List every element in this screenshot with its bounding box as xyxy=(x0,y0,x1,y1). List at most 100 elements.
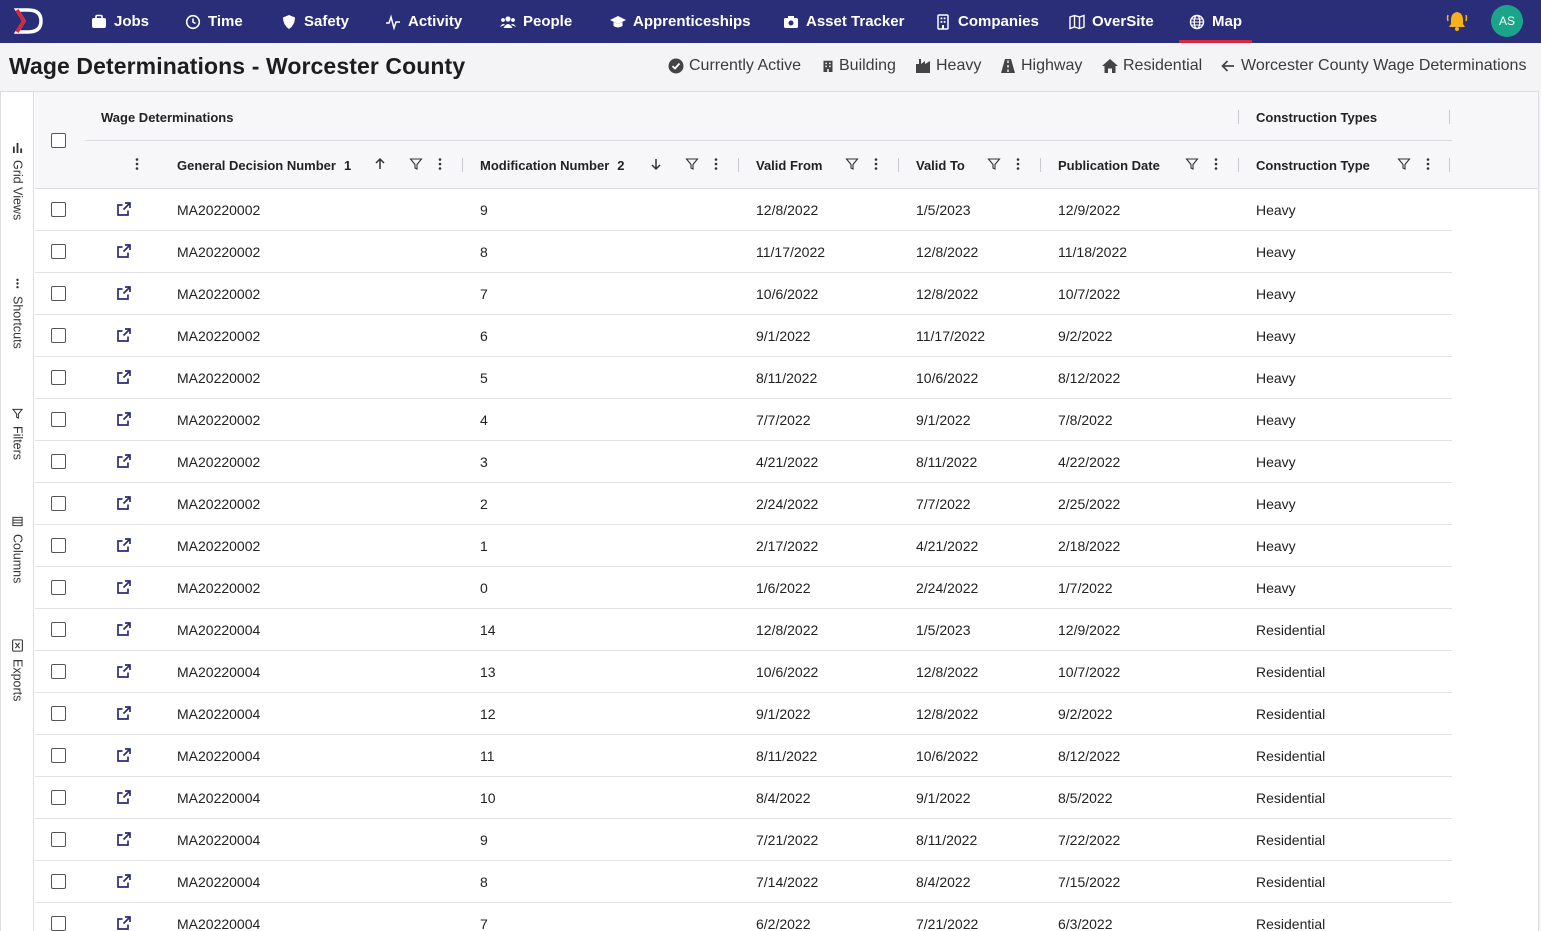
column-menu-icon[interactable] xyxy=(869,157,883,171)
table-row[interactable]: MA20220004 7 6/2/2022 7/21/2022 6/3/2022… xyxy=(35,903,1452,931)
external-link-icon[interactable] xyxy=(116,747,132,763)
row-select-checkbox[interactable] xyxy=(51,790,66,805)
nav-item-activity[interactable]: Activity xyxy=(385,0,462,43)
column-filter-icon[interactable] xyxy=(987,157,1001,171)
row-select-checkbox[interactable] xyxy=(51,454,66,469)
side-tab-shortcuts[interactable]: Shortcuts xyxy=(1,278,34,349)
row-select-checkbox[interactable] xyxy=(51,412,66,427)
notification-bell-icon[interactable] xyxy=(1446,10,1468,32)
filter-currently-active[interactable]: Currently Active xyxy=(668,57,801,75)
row-select-checkbox[interactable] xyxy=(51,580,66,595)
column-header-construction-type[interactable]: Construction Type xyxy=(1256,158,1370,173)
table-row[interactable]: MA20220002 5 8/11/2022 10/6/2022 8/12/20… xyxy=(35,357,1452,399)
table-row[interactable]: MA20220004 11 8/11/2022 10/6/2022 8/12/2… xyxy=(35,735,1452,777)
table-row[interactable]: MA20220002 9 12/8/2022 1/5/2023 12/9/202… xyxy=(35,189,1452,231)
nav-item-oversite[interactable]: OverSite xyxy=(1069,0,1154,43)
nav-item-apprenticeships[interactable]: Apprenticeships xyxy=(610,0,751,43)
select-all-checkbox[interactable] xyxy=(51,133,66,148)
table-row[interactable]: MA20220004 10 8/4/2022 9/1/2022 8/5/2022… xyxy=(35,777,1452,819)
side-tab-columns[interactable]: Columns xyxy=(1,516,34,583)
nav-item-companies[interactable]: Companies xyxy=(935,0,1039,43)
row-select-checkbox[interactable] xyxy=(51,286,66,301)
row-select-checkbox[interactable] xyxy=(51,244,66,259)
table-row[interactable]: MA20220002 6 9/1/2022 11/17/2022 9/2/202… xyxy=(35,315,1452,357)
column-separator[interactable] xyxy=(1040,158,1041,172)
column-filter-icon[interactable] xyxy=(1185,157,1199,171)
table-row[interactable]: MA20220002 7 10/6/2022 12/8/2022 10/7/20… xyxy=(35,273,1452,315)
column-header-valid-to[interactable]: Valid To xyxy=(916,158,965,173)
column-separator[interactable] xyxy=(1449,158,1450,172)
column-header-modification-number[interactable]: Modification Number 2 xyxy=(480,158,625,173)
table-row[interactable]: MA20220002 8 11/17/2022 12/8/2022 11/18/… xyxy=(35,231,1452,273)
external-link-icon[interactable] xyxy=(116,705,132,721)
row-select-checkbox[interactable] xyxy=(51,664,66,679)
column-menu-icon[interactable] xyxy=(709,157,723,171)
nav-item-people[interactable]: People xyxy=(500,0,572,43)
external-link-icon[interactable] xyxy=(116,621,132,637)
row-select-checkbox[interactable] xyxy=(51,874,66,889)
external-link-icon[interactable] xyxy=(116,579,132,595)
column-filter-icon[interactable] xyxy=(685,157,699,171)
column-menu-icon[interactable] xyxy=(1421,157,1435,171)
external-link-icon[interactable] xyxy=(116,537,132,553)
back-to-county-link[interactable]: Worcester County Wage Determinations xyxy=(1220,57,1526,75)
row-select-checkbox[interactable] xyxy=(51,538,66,553)
column-header-decision-number[interactable]: General Decision Number 1 xyxy=(177,158,351,173)
external-link-icon[interactable] xyxy=(116,663,132,679)
external-link-icon[interactable] xyxy=(116,915,132,931)
row-select-checkbox[interactable] xyxy=(51,370,66,385)
row-select-checkbox[interactable] xyxy=(51,202,66,217)
external-link-icon[interactable] xyxy=(116,243,132,259)
nav-item-map[interactable]: Map xyxy=(1179,0,1252,43)
column-filter-icon[interactable] xyxy=(845,157,859,171)
table-row[interactable]: MA20220002 1 2/17/2022 4/21/2022 2/18/20… xyxy=(35,525,1452,567)
column-filter-icon[interactable] xyxy=(1397,157,1411,171)
column-menu-icon[interactable] xyxy=(433,157,447,171)
external-link-icon[interactable] xyxy=(116,285,132,301)
external-link-icon[interactable] xyxy=(116,831,132,847)
external-link-icon[interactable] xyxy=(116,411,132,427)
sort-ascending-icon[interactable] xyxy=(373,157,387,171)
column-separator[interactable] xyxy=(462,158,463,172)
side-tab-grid-views[interactable]: Grid Views xyxy=(1,142,34,220)
row-select-checkbox[interactable] xyxy=(51,622,66,637)
table-row[interactable]: MA20220004 13 10/6/2022 12/8/2022 10/7/2… xyxy=(35,651,1452,693)
external-link-icon[interactable] xyxy=(116,369,132,385)
filter-building[interactable]: Building xyxy=(822,57,896,75)
column-menu-icon[interactable] xyxy=(1011,157,1025,171)
row-select-checkbox[interactable] xyxy=(51,748,66,763)
column-menu-icon[interactable] xyxy=(1209,157,1223,171)
table-row[interactable]: MA20220004 9 7/21/2022 8/11/2022 7/22/20… xyxy=(35,819,1452,861)
nav-item-jobs[interactable]: Jobs xyxy=(91,0,149,43)
nav-item-safety[interactable]: Safety xyxy=(281,0,349,43)
column-header-valid-from[interactable]: Valid From xyxy=(756,158,822,173)
row-actions-menu-icon[interactable] xyxy=(130,157,144,171)
table-row[interactable]: MA20220002 0 1/6/2022 2/24/2022 1/7/2022… xyxy=(35,567,1452,609)
table-row[interactable]: MA20220002 3 4/21/2022 8/11/2022 4/22/20… xyxy=(35,441,1452,483)
external-link-icon[interactable] xyxy=(116,495,132,511)
nav-item-asset-tracker[interactable]: Asset Tracker xyxy=(783,0,904,43)
external-link-icon[interactable] xyxy=(116,873,132,889)
column-header-publication-date[interactable]: Publication Date xyxy=(1058,158,1160,173)
table-row[interactable]: MA20220004 12 9/1/2022 12/8/2022 9/2/202… xyxy=(35,693,1452,735)
row-select-checkbox[interactable] xyxy=(51,706,66,721)
table-row[interactable]: MA20220004 8 7/14/2022 8/4/2022 7/15/202… xyxy=(35,861,1452,903)
table-row[interactable]: MA20220002 2 2/24/2022 7/7/2022 2/25/202… xyxy=(35,483,1452,525)
filter-highway[interactable]: Highway xyxy=(1000,57,1082,75)
side-tab-filters[interactable]: Filters xyxy=(1,408,34,460)
column-separator[interactable] xyxy=(898,158,899,172)
row-select-checkbox[interactable] xyxy=(51,832,66,847)
user-avatar[interactable]: AS xyxy=(1491,5,1523,37)
app-logo[interactable] xyxy=(14,6,50,36)
filter-heavy[interactable]: Heavy xyxy=(915,57,981,75)
external-link-icon[interactable] xyxy=(116,201,132,217)
row-select-checkbox[interactable] xyxy=(51,916,66,931)
side-tab-exports[interactable]: Exports xyxy=(1,639,34,701)
column-separator[interactable] xyxy=(738,158,739,172)
external-link-icon[interactable] xyxy=(116,789,132,805)
external-link-icon[interactable] xyxy=(116,453,132,469)
nav-item-time[interactable]: Time xyxy=(185,0,243,43)
column-separator[interactable] xyxy=(1238,158,1239,172)
sort-descending-icon[interactable] xyxy=(649,157,663,171)
table-row[interactable]: MA20220002 4 7/7/2022 9/1/2022 7/8/2022 … xyxy=(35,399,1452,441)
